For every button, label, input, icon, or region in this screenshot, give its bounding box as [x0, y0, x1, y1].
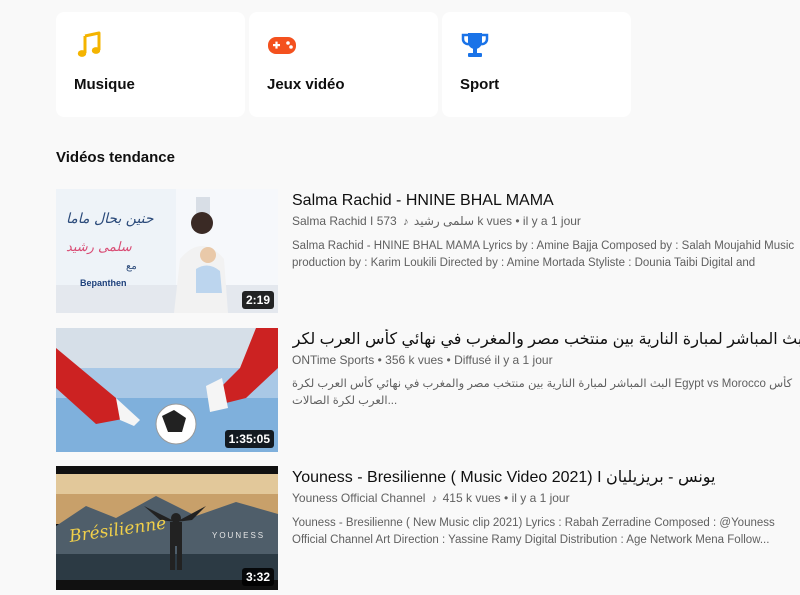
- section-title-trending: Vidéos tendance: [56, 149, 175, 166]
- video-info: البث المباشر لمبارة النارية بين منتخب مص…: [292, 328, 800, 410]
- video-item[interactable]: حنين بحال ماما سلمى رشيد مع Bepanthen 2:…: [56, 189, 800, 314]
- upload-time: il y a 1 jour: [511, 491, 570, 505]
- video-title[interactable]: البث المباشر لمبارة النارية بين منتخب مص…: [292, 329, 800, 351]
- channel-name[interactable]: Youness Official Channel: [292, 491, 425, 505]
- view-count: 415 k vues: [442, 491, 501, 505]
- thumbnail-brand-text: Bepanthen: [80, 278, 127, 288]
- meta-separator: •: [515, 214, 520, 228]
- svg-text:حنين بحال ماما: حنين بحال ماما: [66, 211, 154, 227]
- svg-text:مع: مع: [126, 261, 137, 272]
- music-note-icon: ♪: [431, 493, 438, 505]
- video-description: Salma Rachid - HNINE BHAL MAMA Lyrics by…: [292, 240, 795, 269]
- category-label: Jeux vidéo: [267, 76, 345, 93]
- category-card-sport[interactable]: Sport: [442, 12, 631, 117]
- video-duration: 2:19: [241, 291, 274, 309]
- category-cards: Musique Jeux vidéo Sport: [56, 12, 631, 117]
- music-note-icon: ♪: [403, 216, 409, 228]
- video-thumbnail[interactable]: 1:35:05: [56, 328, 278, 452]
- video-info: Salma Rachid - HNINE BHAL MAMA Salma Rac…: [292, 189, 800, 272]
- meta-separator: •: [504, 491, 509, 505]
- video-meta: Youness Official Channel ♪ 415 k vues • …: [292, 490, 800, 507]
- upload-time: Diffusé il y a 1 jour: [454, 353, 553, 367]
- trophy-icon: [461, 33, 489, 57]
- video-description: البث المباشر لمبارة النارية بين منتخب مص…: [292, 378, 793, 407]
- svg-text:سلمى رشيد: سلمى رشيد: [66, 240, 133, 255]
- video-item[interactable]: Brésilienne YOUNESS 3:32 Youness - Bresi…: [56, 466, 800, 591]
- video-meta: Salma Rachid I سلمى رشيد ♪ 573 k vues • …: [292, 213, 800, 230]
- upload-time: il y a 1 jour: [522, 214, 581, 228]
- video-description: Youness - Bresilienne ( New Music clip 2…: [292, 517, 775, 546]
- category-card-gaming[interactable]: Jeux vidéo: [249, 12, 438, 117]
- view-count: 356 k vues: [385, 353, 444, 367]
- gamepad-icon: [268, 37, 296, 54]
- video-duration: 1:35:05: [224, 430, 274, 448]
- music-note-icon: [77, 31, 101, 57]
- video-meta: ONTime Sports • 356 k vues • Diffusé il …: [292, 352, 800, 368]
- thumbnail-artist-text: YOUNESS: [212, 531, 265, 540]
- video-duration: 3:32: [241, 568, 274, 586]
- video-thumbnail[interactable]: Brésilienne YOUNESS 3:32: [56, 466, 278, 590]
- video-thumbnail[interactable]: حنين بحال ماما سلمى رشيد مع Bepanthen 2:…: [56, 189, 278, 313]
- video-info: Youness - Bresilienne ( Music Video 2021…: [292, 466, 800, 549]
- meta-separator: •: [446, 353, 451, 367]
- video-title[interactable]: Salma Rachid - HNINE BHAL MAMA: [292, 190, 800, 212]
- category-label: Musique: [74, 76, 135, 93]
- meta-separator: •: [377, 353, 382, 367]
- category-label: Sport: [460, 76, 500, 93]
- channel-name[interactable]: ONTime Sports: [292, 353, 374, 367]
- video-title[interactable]: Youness - Bresilienne ( Music Video 2021…: [292, 467, 800, 489]
- category-card-music[interactable]: Musique: [56, 12, 245, 117]
- video-item[interactable]: 1:35:05 البث المباشر لمبارة النارية بين …: [56, 328, 800, 453]
